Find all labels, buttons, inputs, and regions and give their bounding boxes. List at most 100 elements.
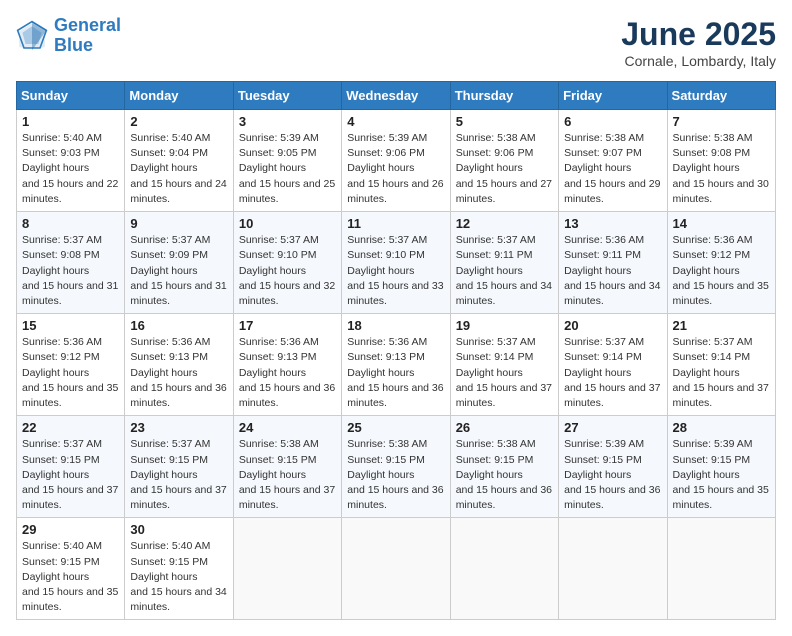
table-row: 5 Sunrise: 5:38 AM Sunset: 9:06 PM Dayli… xyxy=(450,110,558,212)
col-header-friday: Friday xyxy=(559,82,667,110)
day-number: 20 xyxy=(564,318,661,333)
cell-info: Sunrise: 5:39 AM Sunset: 9:15 PM Dayligh… xyxy=(564,437,661,513)
day-number: 15 xyxy=(22,318,119,333)
cell-info: Sunrise: 5:40 AM Sunset: 9:03 PM Dayligh… xyxy=(22,131,119,207)
day-number: 14 xyxy=(673,216,770,231)
day-number: 2 xyxy=(130,114,227,129)
day-number: 13 xyxy=(564,216,661,231)
cell-info: Sunrise: 5:36 AM Sunset: 9:13 PM Dayligh… xyxy=(347,335,444,411)
cell-info: Sunrise: 5:37 AM Sunset: 9:10 PM Dayligh… xyxy=(347,233,444,309)
table-row: 23 Sunrise: 5:37 AM Sunset: 9:15 PM Dayl… xyxy=(125,416,233,518)
month-title: June 2025 xyxy=(621,16,776,53)
cell-info: Sunrise: 5:40 AM Sunset: 9:15 PM Dayligh… xyxy=(130,539,227,615)
table-row: 1 Sunrise: 5:40 AM Sunset: 9:03 PM Dayli… xyxy=(17,110,125,212)
cell-info: Sunrise: 5:36 AM Sunset: 9:12 PM Dayligh… xyxy=(673,233,770,309)
table-row: 20 Sunrise: 5:37 AM Sunset: 9:14 PM Dayl… xyxy=(559,314,667,416)
day-number: 19 xyxy=(456,318,553,333)
page-header: General Blue June 2025 Cornale, Lombardy… xyxy=(16,16,776,69)
day-number: 18 xyxy=(347,318,444,333)
table-row: 26 Sunrise: 5:38 AM Sunset: 9:15 PM Dayl… xyxy=(450,416,558,518)
cell-info: Sunrise: 5:37 AM Sunset: 9:11 PM Dayligh… xyxy=(456,233,553,309)
cell-info: Sunrise: 5:36 AM Sunset: 9:11 PM Dayligh… xyxy=(564,233,661,309)
table-row: 2 Sunrise: 5:40 AM Sunset: 9:04 PM Dayli… xyxy=(125,110,233,212)
cell-info: Sunrise: 5:39 AM Sunset: 9:15 PM Dayligh… xyxy=(673,437,770,513)
day-number: 5 xyxy=(456,114,553,129)
day-number: 8 xyxy=(22,216,119,231)
cell-info: Sunrise: 5:37 AM Sunset: 9:14 PM Dayligh… xyxy=(673,335,770,411)
col-header-saturday: Saturday xyxy=(667,82,775,110)
day-number: 21 xyxy=(673,318,770,333)
col-header-monday: Monday xyxy=(125,82,233,110)
cell-info: Sunrise: 5:38 AM Sunset: 9:08 PM Dayligh… xyxy=(673,131,770,207)
col-header-sunday: Sunday xyxy=(17,82,125,110)
table-row: 7 Sunrise: 5:38 AM Sunset: 9:08 PM Dayli… xyxy=(667,110,775,212)
cell-info: Sunrise: 5:37 AM Sunset: 9:14 PM Dayligh… xyxy=(564,335,661,411)
table-row: 19 Sunrise: 5:37 AM Sunset: 9:14 PM Dayl… xyxy=(450,314,558,416)
day-number: 7 xyxy=(673,114,770,129)
col-header-tuesday: Tuesday xyxy=(233,82,341,110)
day-number: 23 xyxy=(130,420,227,435)
table-row: 22 Sunrise: 5:37 AM Sunset: 9:15 PM Dayl… xyxy=(17,416,125,518)
cell-info: Sunrise: 5:36 AM Sunset: 9:13 PM Dayligh… xyxy=(239,335,336,411)
cell-info: Sunrise: 5:40 AM Sunset: 9:04 PM Dayligh… xyxy=(130,131,227,207)
table-row: 8 Sunrise: 5:37 AM Sunset: 9:08 PM Dayli… xyxy=(17,212,125,314)
table-row: 18 Sunrise: 5:36 AM Sunset: 9:13 PM Dayl… xyxy=(342,314,450,416)
cell-info: Sunrise: 5:37 AM Sunset: 9:15 PM Dayligh… xyxy=(22,437,119,513)
table-row: 10 Sunrise: 5:37 AM Sunset: 9:10 PM Dayl… xyxy=(233,212,341,314)
day-number: 26 xyxy=(456,420,553,435)
table-row: 4 Sunrise: 5:39 AM Sunset: 9:06 PM Dayli… xyxy=(342,110,450,212)
cell-info: Sunrise: 5:37 AM Sunset: 9:09 PM Dayligh… xyxy=(130,233,227,309)
table-row: 13 Sunrise: 5:36 AM Sunset: 9:11 PM Dayl… xyxy=(559,212,667,314)
day-number: 4 xyxy=(347,114,444,129)
day-number: 28 xyxy=(673,420,770,435)
table-row xyxy=(233,518,341,620)
calendar-table: SundayMondayTuesdayWednesdayThursdayFrid… xyxy=(16,81,776,620)
table-row: 12 Sunrise: 5:37 AM Sunset: 9:11 PM Dayl… xyxy=(450,212,558,314)
table-row: 30 Sunrise: 5:40 AM Sunset: 9:15 PM Dayl… xyxy=(125,518,233,620)
cell-info: Sunrise: 5:36 AM Sunset: 9:12 PM Dayligh… xyxy=(22,335,119,411)
logo-blue: Blue xyxy=(54,35,93,55)
day-number: 9 xyxy=(130,216,227,231)
cell-info: Sunrise: 5:37 AM Sunset: 9:10 PM Dayligh… xyxy=(239,233,336,309)
table-row: 27 Sunrise: 5:39 AM Sunset: 9:15 PM Dayl… xyxy=(559,416,667,518)
day-number: 3 xyxy=(239,114,336,129)
day-number: 10 xyxy=(239,216,336,231)
logo: General Blue xyxy=(16,16,121,56)
logo-general: General xyxy=(54,15,121,35)
table-row: 29 Sunrise: 5:40 AM Sunset: 9:15 PM Dayl… xyxy=(17,518,125,620)
table-row xyxy=(667,518,775,620)
table-row: 6 Sunrise: 5:38 AM Sunset: 9:07 PM Dayli… xyxy=(559,110,667,212)
col-header-thursday: Thursday xyxy=(450,82,558,110)
day-number: 12 xyxy=(456,216,553,231)
table-row: 24 Sunrise: 5:38 AM Sunset: 9:15 PM Dayl… xyxy=(233,416,341,518)
day-number: 24 xyxy=(239,420,336,435)
cell-info: Sunrise: 5:38 AM Sunset: 9:15 PM Dayligh… xyxy=(347,437,444,513)
table-row: 3 Sunrise: 5:39 AM Sunset: 9:05 PM Dayli… xyxy=(233,110,341,212)
cell-info: Sunrise: 5:38 AM Sunset: 9:15 PM Dayligh… xyxy=(239,437,336,513)
table-row: 9 Sunrise: 5:37 AM Sunset: 9:09 PM Dayli… xyxy=(125,212,233,314)
table-row: 21 Sunrise: 5:37 AM Sunset: 9:14 PM Dayl… xyxy=(667,314,775,416)
day-number: 6 xyxy=(564,114,661,129)
day-number: 17 xyxy=(239,318,336,333)
title-block: June 2025 Cornale, Lombardy, Italy xyxy=(621,16,776,69)
day-number: 27 xyxy=(564,420,661,435)
day-number: 11 xyxy=(347,216,444,231)
table-row: 25 Sunrise: 5:38 AM Sunset: 9:15 PM Dayl… xyxy=(342,416,450,518)
day-number: 30 xyxy=(130,522,227,537)
cell-info: Sunrise: 5:40 AM Sunset: 9:15 PM Dayligh… xyxy=(22,539,119,615)
table-row: 11 Sunrise: 5:37 AM Sunset: 9:10 PM Dayl… xyxy=(342,212,450,314)
day-number: 16 xyxy=(130,318,227,333)
col-header-wednesday: Wednesday xyxy=(342,82,450,110)
table-row: 16 Sunrise: 5:36 AM Sunset: 9:13 PM Dayl… xyxy=(125,314,233,416)
cell-info: Sunrise: 5:37 AM Sunset: 9:14 PM Dayligh… xyxy=(456,335,553,411)
table-row: 14 Sunrise: 5:36 AM Sunset: 9:12 PM Dayl… xyxy=(667,212,775,314)
cell-info: Sunrise: 5:37 AM Sunset: 9:08 PM Dayligh… xyxy=(22,233,119,309)
cell-info: Sunrise: 5:38 AM Sunset: 9:06 PM Dayligh… xyxy=(456,131,553,207)
cell-info: Sunrise: 5:39 AM Sunset: 9:06 PM Dayligh… xyxy=(347,131,444,207)
cell-info: Sunrise: 5:36 AM Sunset: 9:13 PM Dayligh… xyxy=(130,335,227,411)
table-row xyxy=(450,518,558,620)
day-number: 29 xyxy=(22,522,119,537)
table-row: 15 Sunrise: 5:36 AM Sunset: 9:12 PM Dayl… xyxy=(17,314,125,416)
table-row: 17 Sunrise: 5:36 AM Sunset: 9:13 PM Dayl… xyxy=(233,314,341,416)
cell-info: Sunrise: 5:37 AM Sunset: 9:15 PM Dayligh… xyxy=(130,437,227,513)
